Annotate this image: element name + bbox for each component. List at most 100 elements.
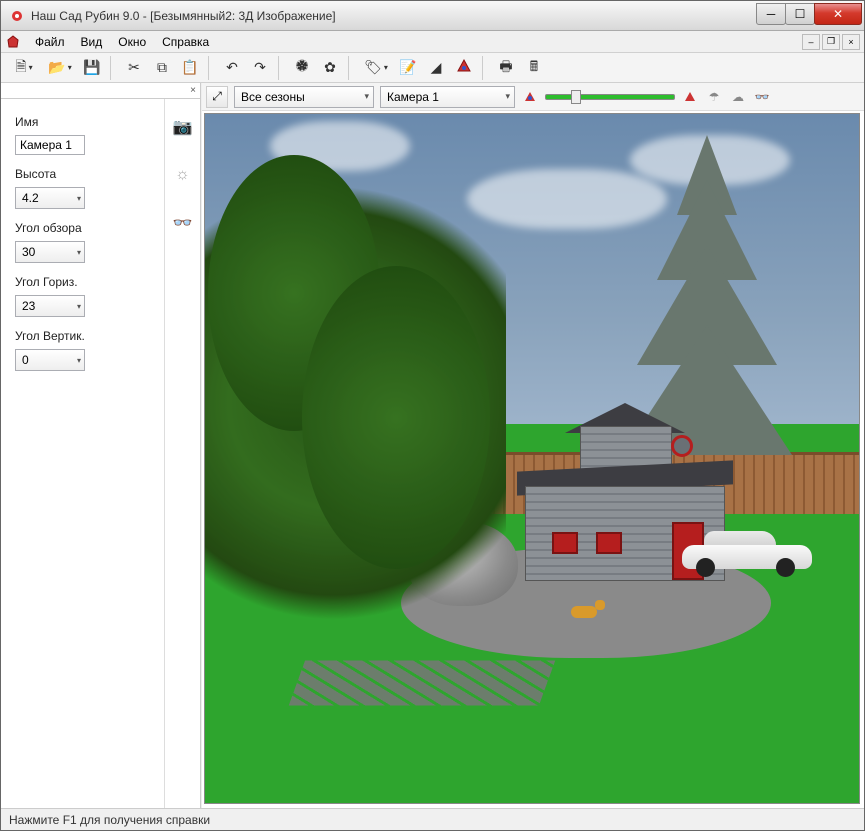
name-label: Имя — [15, 115, 154, 129]
height-value: 4.2 — [22, 191, 39, 205]
menu-window[interactable]: Окно — [110, 33, 154, 51]
menu-view[interactable]: Вид — [73, 33, 111, 51]
menu-file[interactable]: Файл — [27, 33, 73, 51]
name-input[interactable]: Камера 1 — [15, 135, 85, 155]
properties-panel: × Имя Камера 1 Высота 4.2 Угол обзора 30… — [1, 83, 201, 808]
deciduous-tree — [204, 113, 506, 651]
height-input[interactable]: 4.2 — [15, 187, 85, 209]
paste-icon: 📋 — [181, 59, 198, 76]
tag-button[interactable]: 🏷 — [359, 56, 393, 80]
3d-viewport[interactable] — [204, 113, 860, 804]
window-minimize-button[interactable]: ─ — [756, 3, 786, 25]
angle-h-label: Угол Гориз. — [15, 275, 154, 289]
cut-button[interactable]: ✂ — [121, 56, 147, 80]
copy-button[interactable]: ⧉ — [149, 56, 175, 80]
camera-combo[interactable]: Камера 1 — [380, 86, 515, 108]
toolbar-separator — [208, 56, 214, 80]
redo-icon: ↷ — [254, 59, 266, 76]
angle-v-label: Угол Вертик. — [15, 329, 154, 343]
angle-v-input[interactable]: 0 — [15, 349, 85, 371]
flower-button[interactable]: ✿ — [317, 56, 343, 80]
mdi-close-button[interactable]: × — [842, 34, 860, 50]
terrain-icon: ◢ — [431, 59, 442, 76]
save-button[interactable]: 💾 — [79, 56, 105, 80]
3d-icon — [457, 59, 471, 76]
camera-value: Камера 1 — [387, 90, 439, 104]
angle-h-input[interactable]: 23 — [15, 295, 85, 317]
new-icon: 🗎 — [15, 56, 26, 80]
slider-thumb[interactable] — [571, 90, 581, 104]
weather-rain-icon[interactable]: ☂ — [705, 88, 723, 106]
print-button[interactable]: 🖶 — [493, 56, 519, 80]
cut-icon: ✂ — [128, 59, 140, 76]
house-window — [596, 532, 622, 554]
window-title: Наш Сад Рубин 9.0 - [Безымянный2: 3Д Изо… — [31, 9, 757, 23]
new-button[interactable]: 🗎 — [7, 56, 41, 80]
tag-icon: 🏷 — [364, 59, 382, 76]
toolbar-separator — [278, 56, 284, 80]
document-icon — [5, 34, 21, 50]
season-combo[interactable]: Все сезоны — [234, 86, 374, 108]
3d-button[interactable] — [451, 56, 477, 80]
paste-button[interactable]: 📋 — [177, 56, 203, 80]
camera-icon: 📷 — [173, 117, 193, 137]
marker-right-icon — [681, 88, 699, 106]
terrain-button[interactable]: ◢ — [423, 56, 449, 80]
calculator-icon: 🖩 — [530, 56, 538, 80]
status-hint: Нажмите F1 для получения справки — [9, 813, 210, 827]
toolbar-separator — [348, 56, 354, 80]
angle-v-value: 0 — [22, 353, 29, 367]
sun-button[interactable]: ☼ — [169, 161, 197, 189]
window-maximize-button[interactable]: ☐ — [785, 3, 815, 25]
window-close-button[interactable]: ✕ — [814, 3, 862, 25]
car — [682, 527, 812, 577]
name-value: Камера 1 — [20, 138, 72, 152]
toolbar-separator — [110, 56, 116, 80]
copy-icon: ⧉ — [157, 59, 167, 76]
plants-icon: 🏶 — [295, 56, 308, 80]
undo-icon: ↶ — [226, 59, 238, 76]
fov-value: 30 — [22, 245, 35, 259]
note-button[interactable]: 📝 — [395, 56, 421, 80]
menubar: Файл Вид Окно Справка – ❐ × — [1, 31, 864, 53]
mdi-minimize-button[interactable]: – — [802, 34, 820, 50]
weather-cloud-icon[interactable]: ☁ — [729, 88, 747, 106]
expand-button[interactable]: ⤢ — [206, 86, 228, 108]
panel-close-icon[interactable]: × — [190, 85, 196, 96]
house-window — [552, 532, 578, 554]
expand-icon: ⤢ — [212, 89, 222, 104]
time-slider[interactable] — [545, 86, 675, 108]
height-label: Высота — [15, 167, 154, 181]
round-window — [671, 435, 693, 457]
fov-label: Угол обзора — [15, 221, 154, 235]
open-button[interactable]: 📂 — [43, 56, 77, 80]
redo-button[interactable]: ↷ — [247, 56, 273, 80]
season-value: Все сезоны — [241, 90, 305, 104]
glasses-button[interactable]: 👓 — [169, 209, 197, 237]
mdi-restore-button[interactable]: ❐ — [822, 34, 840, 50]
side-icon-strip: 📷 ☼ 👓 — [164, 99, 200, 808]
flower-icon: ✿ — [324, 59, 336, 76]
main-toolbar: 🗎 📂 💾 ✂ ⧉ 📋 ↶ ↷ 🏶 ✿ 🏷 📝 ◢ 🖶 🖩 — [1, 53, 864, 83]
note-icon: 📝 — [399, 59, 416, 76]
plants-button[interactable]: 🏶 — [289, 56, 315, 80]
menu-help[interactable]: Справка — [154, 33, 217, 51]
open-folder-icon: 📂 — [48, 59, 65, 76]
marker-left-icon — [521, 88, 539, 106]
fov-input[interactable]: 30 — [15, 241, 85, 263]
glasses-icon: 👓 — [173, 213, 193, 233]
sun-icon: ☼ — [175, 166, 190, 184]
print-icon: 🖶 — [499, 56, 512, 80]
window-titlebar: Наш Сад Рубин 9.0 - [Безымянный2: 3Д Изо… — [1, 1, 864, 31]
save-icon: 💾 — [83, 59, 100, 76]
camera-button[interactable]: 📷 — [169, 113, 197, 141]
undo-button[interactable]: ↶ — [219, 56, 245, 80]
angle-h-value: 23 — [22, 299, 35, 313]
toolbar-separator — [482, 56, 488, 80]
view-glasses-icon[interactable]: 👓 — [753, 88, 771, 106]
app-icon — [9, 8, 25, 24]
calculator-button[interactable]: 🖩 — [521, 56, 547, 80]
viewport-toolbar: ⤢ Все сезоны Камера 1 ☂ ☁ 👓 — [202, 83, 864, 111]
cobblestone-path — [288, 660, 554, 705]
dog — [571, 596, 603, 622]
